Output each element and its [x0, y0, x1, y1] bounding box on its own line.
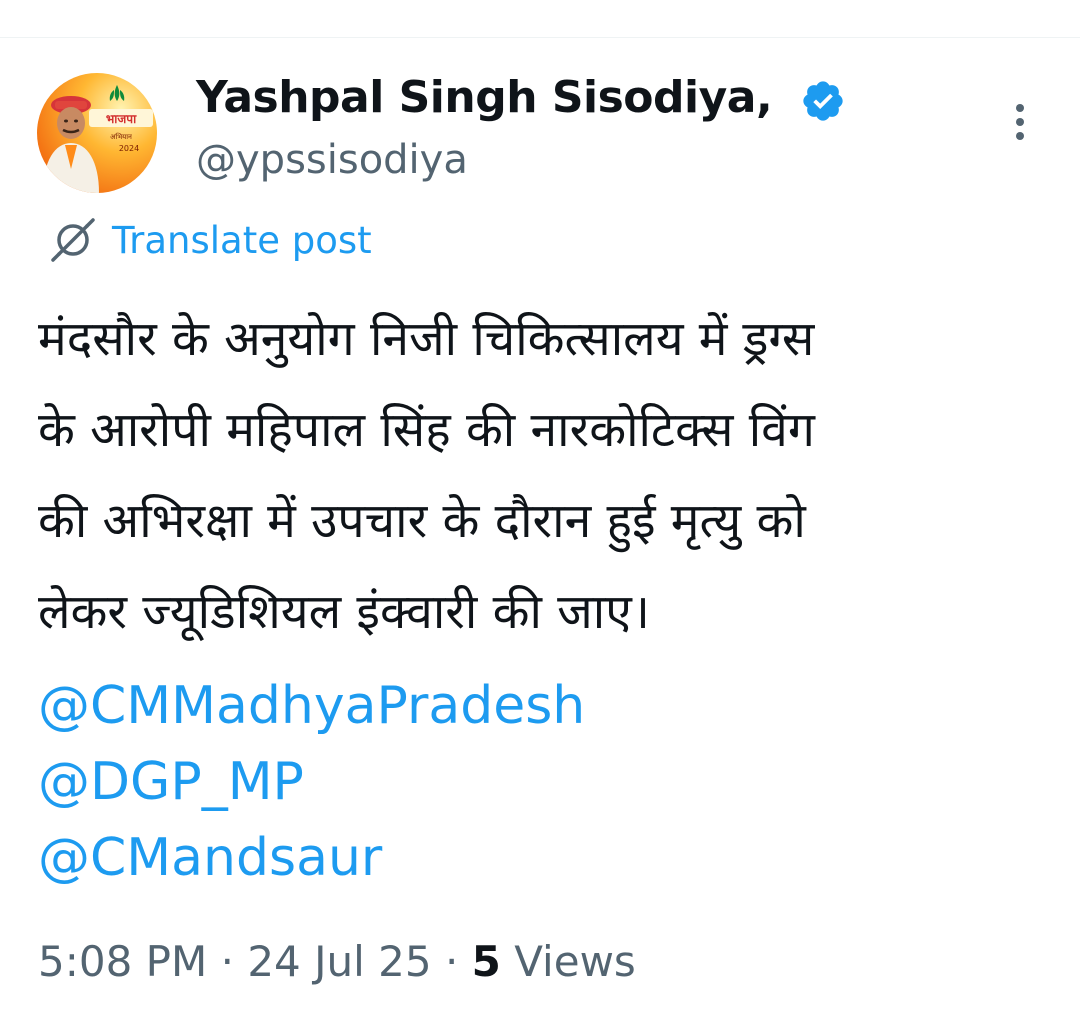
- avatar-banner-text: भाजपा: [106, 112, 137, 126]
- post-text-line: लेकर ज्यूडिशियल इंक्वारी की जाए।: [38, 584, 650, 640]
- post-text-line: मंदसौर के अनुयोग निजी चिकित्सालय में ड्र…: [38, 311, 815, 367]
- mention-link[interactable]: @CMMadhyaPradesh: [38, 668, 585, 744]
- meta-separator: ·: [444, 937, 459, 986]
- post-meta: 5:08 PM · 24 Jul 25 · 5 Views: [38, 934, 636, 990]
- top-divider: [0, 37, 1080, 38]
- mention-link[interactable]: @DGP_MP: [38, 744, 585, 820]
- post-text: मंदसौर के अनुयोग निजी चिकित्सालय में ड्र…: [38, 294, 1048, 658]
- post-text-line: की अभिरक्षा में उपचार के दौरान हुई मृत्य…: [38, 493, 806, 549]
- avatar[interactable]: भाजपा अभियान 2024: [37, 73, 157, 193]
- post-time[interactable]: 5:08 PM: [38, 937, 207, 986]
- translate-post-button[interactable]: Translate post: [48, 214, 372, 266]
- mentions-list: @CMMadhyaPradesh @DGP_MP @CMandsaur: [38, 668, 585, 896]
- views-count[interactable]: 5: [472, 937, 501, 986]
- translate-globe-icon: [51, 218, 95, 262]
- author-handle[interactable]: @ypssisodiya: [196, 134, 468, 186]
- mention-link[interactable]: @CMandsaur: [38, 820, 585, 896]
- more-options-icon[interactable]: [1003, 102, 1037, 142]
- meta-separator: ·: [220, 937, 234, 986]
- avatar-year: 2024: [119, 144, 139, 153]
- author-name[interactable]: Yashpal Singh Sisodiya,: [196, 70, 773, 126]
- avatar-caption: अभियान: [110, 132, 132, 141]
- verified-badge-icon: [803, 81, 843, 121]
- views-label: Views: [514, 937, 636, 986]
- avatar-image: भाजपा अभियान 2024: [37, 73, 157, 193]
- translate-post-label: Translate post: [112, 218, 372, 262]
- post-text-line: के आरोपी महिपाल सिंह की नारकोटिक्स विंग: [38, 402, 815, 458]
- post-date[interactable]: 24 Jul 25: [247, 937, 431, 986]
